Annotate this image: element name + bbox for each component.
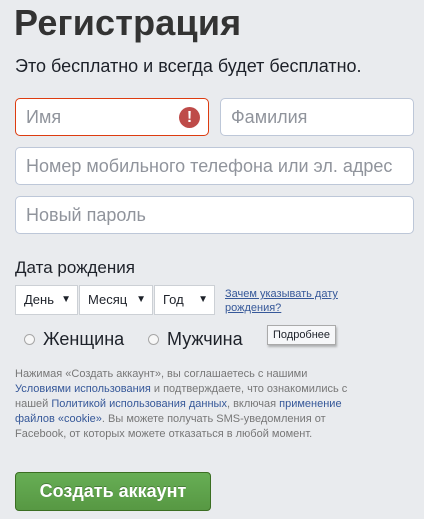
year-select[interactable]: Год ▼: [154, 285, 215, 315]
contact-input[interactable]: [16, 148, 413, 184]
why-dob-link[interactable]: Зачем указывать дату рождения?: [225, 287, 355, 315]
data-policy-link[interactable]: Политикой использования данных: [51, 398, 227, 410]
gender-female-option[interactable]: Женщина: [24, 329, 124, 350]
male-radio[interactable]: [148, 334, 159, 345]
last-name-input[interactable]: [221, 99, 413, 135]
female-radio[interactable]: [24, 334, 35, 345]
month-select[interactable]: Месяц ▼: [79, 285, 153, 315]
last-name-field[interactable]: [220, 98, 414, 136]
first-name-field[interactable]: !: [15, 98, 209, 136]
female-label[interactable]: Женщина: [43, 329, 124, 350]
terms-link[interactable]: Условиями использования: [15, 383, 151, 395]
error-icon: !: [179, 107, 200, 128]
terms-text-part: , включая: [226, 398, 280, 410]
create-account-button[interactable]: Создать аккаунт: [15, 472, 211, 511]
dropdown-arrow-icon: ▼: [198, 294, 208, 305]
page-title: Регистрация: [14, 2, 242, 43]
day-select-value: День: [24, 292, 54, 307]
month-select-value: Месяц: [88, 292, 128, 307]
password-field[interactable]: [15, 196, 414, 234]
dropdown-arrow-icon: ▼: [61, 294, 71, 305]
year-select-value: Год: [163, 292, 184, 307]
contact-field[interactable]: [15, 147, 414, 185]
male-label[interactable]: Мужчина: [167, 329, 243, 350]
password-input[interactable]: [16, 197, 413, 233]
terms-text-part: Нажимая «Создать аккаунт», вы соглашаете…: [15, 368, 308, 380]
day-select[interactable]: День ▼: [15, 285, 78, 315]
more-info-tooltip: Подробнее: [267, 325, 337, 345]
page-subtitle: Это бесплатно и всегда будет бесплатно.: [15, 56, 362, 76]
dob-label: Дата рождения: [15, 258, 135, 277]
terms-text: Нажимая «Создать аккаунт», вы соглашаете…: [15, 367, 360, 442]
dropdown-arrow-icon: ▼: [136, 294, 146, 305]
gender-male-option[interactable]: Мужчина: [148, 329, 243, 350]
